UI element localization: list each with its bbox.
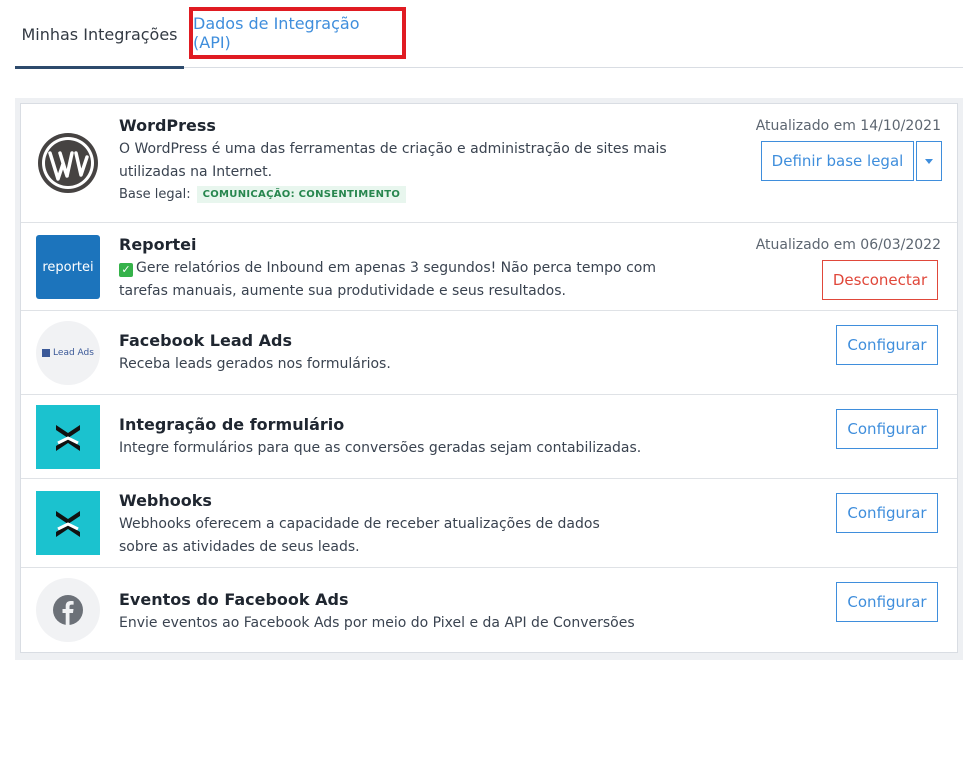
- configure-button[interactable]: Configurar: [836, 409, 938, 449]
- integrations-panel: WordPress O WordPress é uma das ferramen…: [15, 98, 963, 660]
- legal-basis-dropdown-toggle[interactable]: [916, 141, 942, 181]
- facebook-logo-icon: [36, 578, 100, 642]
- updated-date: Atualizado em 14/10/2021: [755, 118, 941, 134]
- integration-row-wordpress: WordPress O WordPress é uma das ferramen…: [21, 104, 957, 223]
- legal-basis-label: Base legal:: [119, 187, 191, 202]
- integration-description: Envie eventos ao Facebook Ads por meio d…: [119, 615, 635, 631]
- tab-dados-de-integracao-api[interactable]: Dados de Integração (API): [189, 7, 406, 59]
- active-tab-underline: [15, 66, 184, 69]
- define-legal-basis-button[interactable]: Definir base legal: [761, 141, 914, 181]
- integration-info: Reportei ✓ Gere relatórios de Inbound em …: [119, 234, 699, 303]
- integration-description: Webhooks oferecem a capacidade de recebe…: [119, 516, 600, 555]
- integration-row-form-integration: Integração de formulário Integre formulá…: [21, 395, 957, 479]
- integration-description: ✓ Gere relatórios de Inbound em apenas 3 …: [119, 260, 656, 299]
- legal-basis-badge: COMUNICAÇÃO: CONSENTIMENTO: [196, 186, 407, 203]
- integration-row-reportei: reportei Reportei ✓ Gere relatórios de In…: [21, 223, 957, 311]
- integration-description: O WordPress é uma das ferramentas de cri…: [119, 141, 667, 180]
- integration-info: WordPress O WordPress é uma das ferramen…: [119, 115, 699, 203]
- reportei-logo-icon: reportei: [36, 235, 100, 299]
- form-integration-logo-icon: [36, 405, 100, 469]
- integration-info: Eventos do Facebook Ads Envie eventos ao…: [119, 589, 759, 635]
- chevron-down-icon: [925, 158, 933, 164]
- configure-button[interactable]: Configurar: [836, 325, 938, 365]
- tab-label: Minhas Integrações: [21, 24, 178, 44]
- integration-title: Reportei: [119, 235, 197, 254]
- integration-info: Integração de formulário Integre formulá…: [119, 414, 759, 460]
- tab-minhas-integracoes[interactable]: Minhas Integrações: [15, 0, 184, 69]
- check-icon: ✓: [119, 263, 133, 277]
- legal-basis: Base legal: COMUNICAÇÃO: CONSENTIMENTO: [119, 186, 699, 203]
- integration-row-webhooks: Webhooks Webhooks oferecem a capacidade …: [21, 479, 957, 568]
- integration-tabs: Minhas Integrações Dados de Integração (…: [15, 0, 963, 69]
- disconnect-button[interactable]: Desconectar: [822, 260, 938, 300]
- integrations-list: WordPress O WordPress é uma das ferramen…: [20, 103, 958, 653]
- webhooks-logo-icon: [36, 491, 100, 555]
- integration-info: Webhooks Webhooks oferecem a capacidade …: [119, 490, 639, 559]
- integration-title: Eventos do Facebook Ads: [119, 590, 349, 609]
- wordpress-logo-icon: [36, 131, 100, 195]
- integration-title: Webhooks: [119, 491, 212, 510]
- updated-date: Atualizado em 06/03/2022: [755, 237, 941, 253]
- integration-description: Receba leads gerados nos formulários.: [119, 356, 391, 372]
- integration-row-facebook-lead-ads: Lead Ads Facebook Lead Ads Receba leads …: [21, 311, 957, 395]
- tab-label: Dados de Integração (API): [193, 14, 360, 52]
- facebook-lead-ads-logo-icon: Lead Ads: [36, 321, 100, 385]
- integration-title: WordPress: [119, 116, 216, 135]
- integration-title: Facebook Lead Ads: [119, 331, 292, 350]
- integration-info: Facebook Lead Ads Receba leads gerados n…: [119, 330, 719, 376]
- configure-button[interactable]: Configurar: [836, 582, 938, 622]
- integration-row-facebook-ads-events: Eventos do Facebook Ads Envie eventos ao…: [21, 568, 957, 654]
- integration-title: Integração de formulário: [119, 415, 345, 434]
- configure-button[interactable]: Configurar: [836, 493, 938, 533]
- integration-description: Integre formulários para que as conversõ…: [119, 440, 642, 456]
